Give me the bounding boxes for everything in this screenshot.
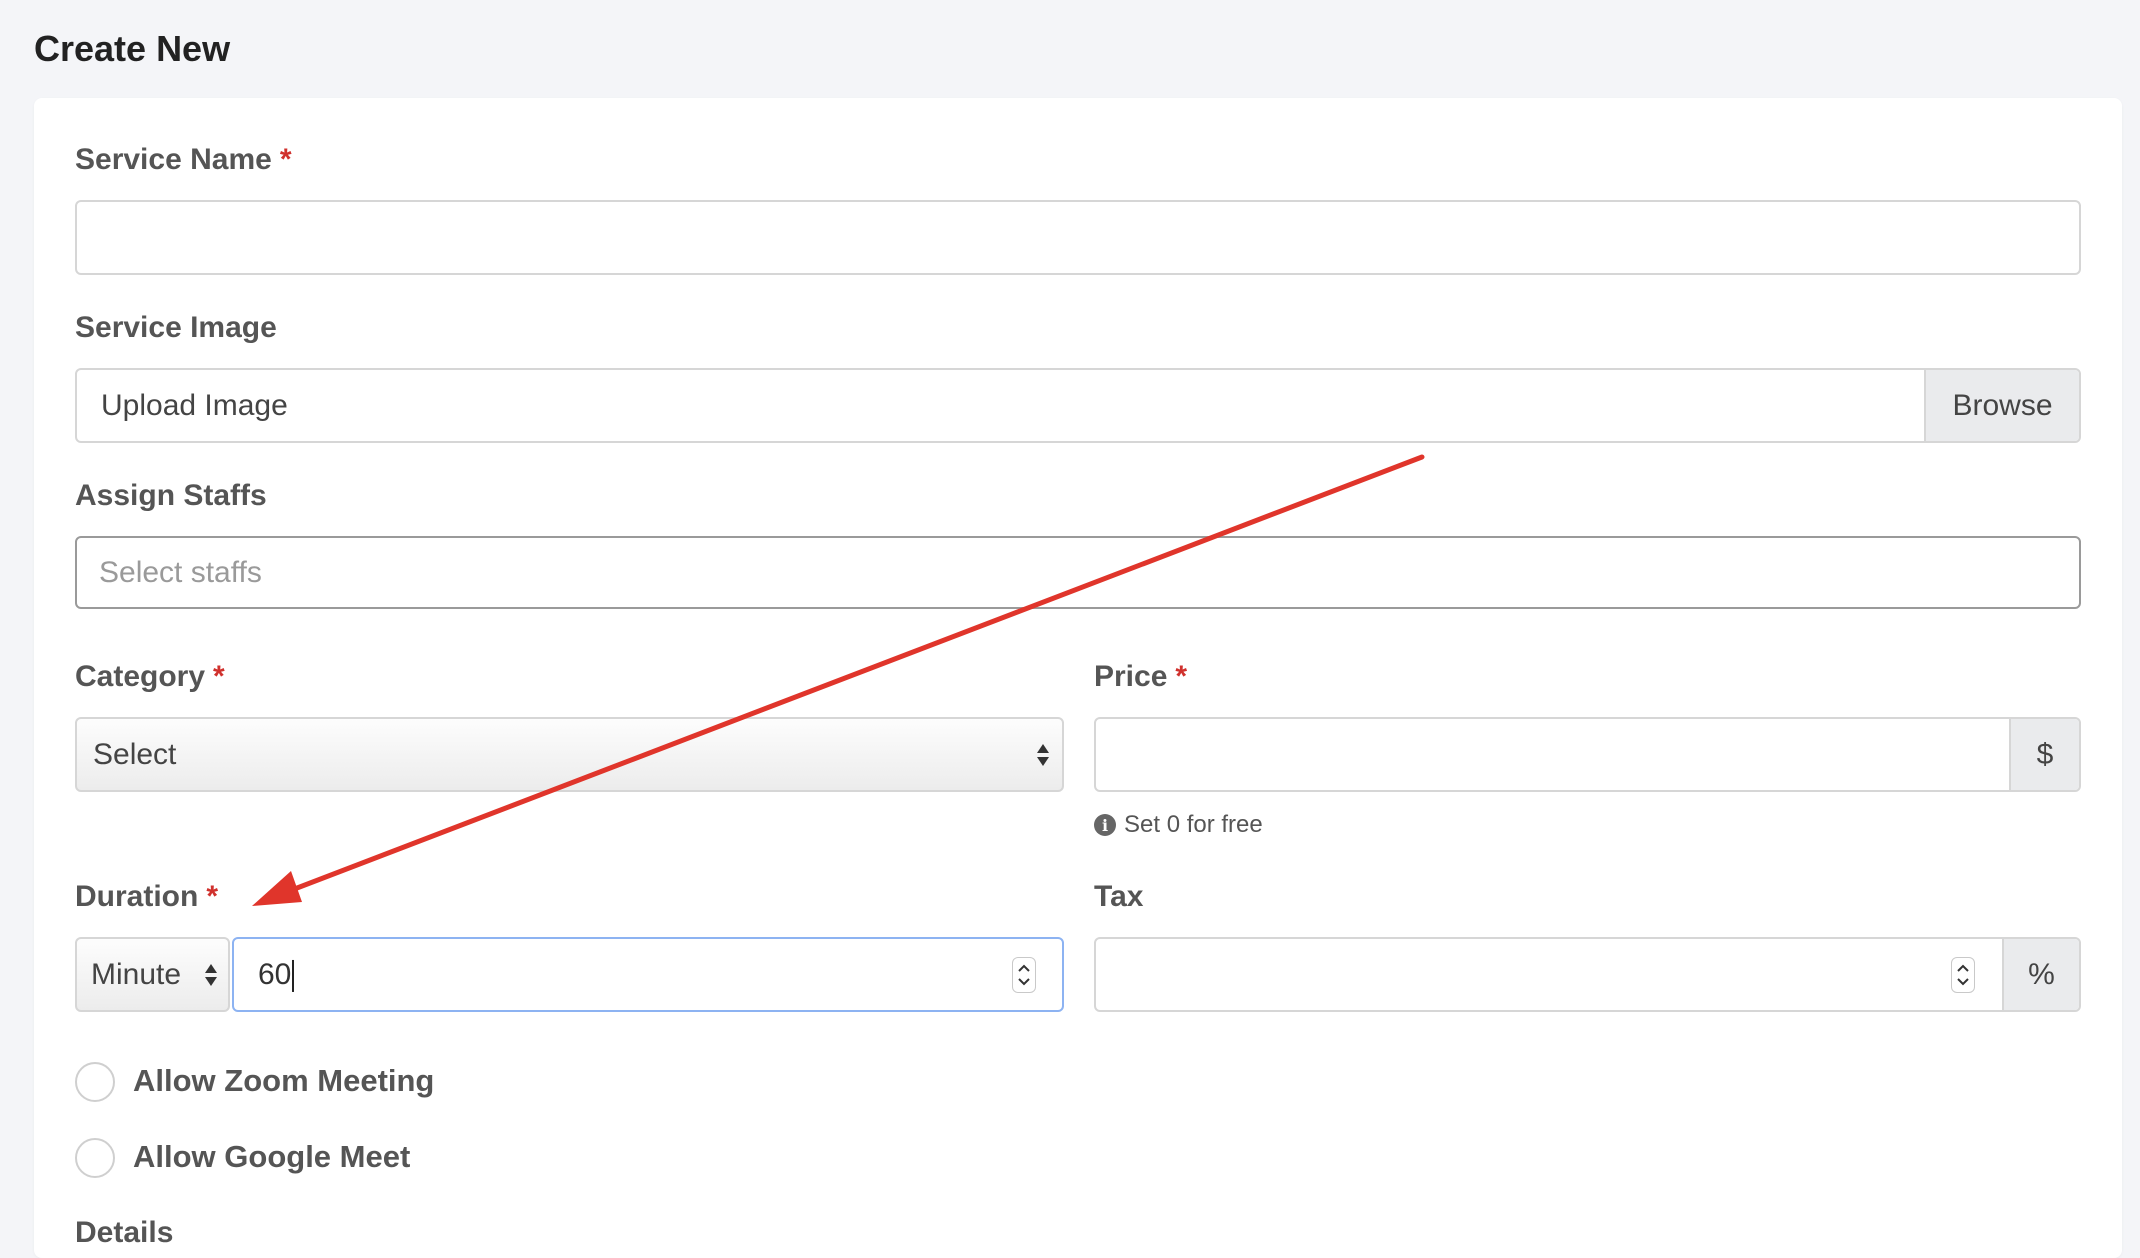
duration-value: 60 — [258, 957, 295, 992]
page-title: Create New — [34, 28, 231, 69]
text-cursor — [292, 959, 295, 992]
required-mark: * — [1175, 660, 1188, 693]
service-name-input[interactable] — [75, 200, 2081, 275]
allow-zoom-radio[interactable] — [75, 1062, 115, 1102]
tax-label: Tax — [1094, 880, 1144, 913]
required-mark: * — [213, 660, 225, 693]
required-mark: * — [206, 880, 219, 913]
duration-value-text: 60 — [258, 957, 292, 991]
category-label-text: Category — [75, 660, 206, 693]
allow-google-meet-label[interactable]: Allow Google Meet — [133, 1139, 410, 1175]
allow-zoom-label[interactable]: Allow Zoom Meeting — [133, 1063, 434, 1099]
price-label-text: Price — [1094, 660, 1168, 693]
select-arrows-icon — [205, 963, 217, 986]
service-name-label-text: Service Name — [75, 143, 272, 176]
tax-input[interactable]: % — [1094, 937, 2081, 1012]
details-label: Details — [75, 1216, 174, 1249]
select-arrows-icon — [1037, 743, 1049, 766]
service-image-label: Service Image — [75, 311, 277, 344]
number-spinner-icon[interactable] — [1951, 956, 1975, 993]
percent-addon: % — [2002, 939, 2079, 1010]
price-help-label: Set 0 for free — [1124, 811, 1263, 838]
duration-label-text: Duration — [75, 880, 199, 913]
upload-image-text: Upload Image — [101, 388, 288, 422]
info-icon: i — [1094, 814, 1116, 836]
browse-button[interactable]: Browse — [1924, 370, 2079, 441]
required-mark: * — [279, 143, 292, 176]
currency-addon: $ — [2009, 719, 2079, 790]
duration-unit-value: Minute — [91, 957, 182, 991]
assign-staffs-placeholder: Select staffs — [99, 555, 262, 589]
allow-google-meet-radio[interactable] — [75, 1138, 115, 1178]
duration-input[interactable]: 60 — [232, 937, 1064, 1012]
number-spinner-icon[interactable] — [1012, 956, 1036, 993]
service-image-upload[interactable]: Upload Image Browse — [75, 368, 2081, 443]
assign-staffs-select[interactable]: Select staffs — [75, 536, 2081, 609]
category-select[interactable]: Select — [75, 717, 1064, 792]
price-label: Price * — [1094, 660, 1187, 694]
category-selected-value: Select — [93, 737, 177, 771]
assign-staffs-label: Assign Staffs — [75, 479, 267, 512]
duration-unit-select[interactable]: Minute — [75, 937, 230, 1012]
price-help-text: i Set 0 for free — [1094, 811, 1263, 839]
price-input[interactable]: $ — [1094, 717, 2081, 792]
duration-label: Duration * — [75, 880, 218, 914]
category-label: Category * — [75, 660, 225, 694]
service-name-label: Service Name * — [75, 143, 292, 177]
